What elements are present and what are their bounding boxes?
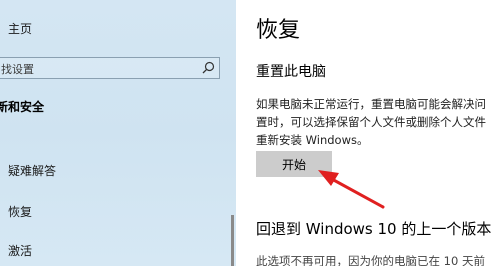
page-title: 恢复 <box>256 18 301 43</box>
reset-description-line-1: 如果电脑未正常运行，重置电脑可能会解决问 <box>256 97 486 111</box>
reset-pc-heading: 重置此电脑 <box>256 64 326 80</box>
sidebar: 主页 找设置 新和安全 疑难解答 恢复 激活 <box>0 0 236 266</box>
sidebar-item-troubleshoot[interactable]: 疑难解答 <box>8 162 56 179</box>
go-back-heading: 回退到 Windows 10 的上一个版本 <box>256 220 492 238</box>
go-back-description: 此选项不再可用，因为你的电脑已在 10 天前 <box>256 254 485 266</box>
sidebar-section-title: 新和安全 <box>0 100 45 114</box>
search-input[interactable]: 找设置 <box>0 57 220 79</box>
search-input-value: 找设置 <box>1 63 34 76</box>
sidebar-item-home[interactable]: 主页 <box>8 20 32 37</box>
start-button[interactable]: 开始 <box>256 151 332 177</box>
sidebar-item-recovery[interactable]: 恢复 <box>8 203 32 220</box>
main-content: 恢复 重置此电脑 如果电脑未正常运行，重置电脑可能会解决问 置时，可以选择保留个… <box>236 0 500 266</box>
sidebar-item-activation[interactable]: 激活 <box>8 242 32 259</box>
search-icon[interactable] <box>201 61 215 75</box>
reset-description-line-3: 重新安装 Windows。 <box>256 133 369 147</box>
reset-description-line-2: 置时，可以选择保留个人文件或删除个人文件 <box>256 115 486 129</box>
sidebar-scrollbar[interactable] <box>231 215 234 266</box>
